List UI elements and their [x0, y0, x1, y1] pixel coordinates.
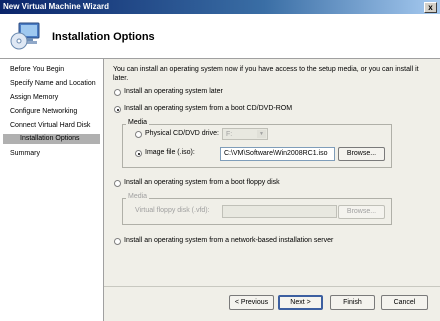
- image-file-input[interactable]: C:\VM\Software\Win2008RC1.iso: [220, 147, 335, 161]
- sidebar-item-hard-disk[interactable]: Connect Virtual Hard Disk: [10, 122, 90, 129]
- vfd-input[interactable]: [222, 205, 337, 218]
- sidebar-item-installation-options[interactable]: Installation Options: [3, 134, 100, 144]
- next-button[interactable]: Next >: [278, 295, 323, 310]
- close-button[interactable]: x: [424, 2, 437, 13]
- floppy-media-legend: Media: [126, 193, 150, 200]
- footer-divider: [104, 286, 440, 287]
- image-file-label[interactable]: Image file (.iso):: [145, 149, 195, 156]
- install-network-label[interactable]: Install an operating system from a netwo…: [124, 237, 333, 244]
- install-network-radio[interactable]: [114, 238, 121, 245]
- page-title: Installation Options: [52, 31, 155, 43]
- intro-text-line2: later.: [113, 75, 129, 82]
- wizard-steps-sidebar: Before You Begin Specify Name and Locati…: [0, 59, 104, 321]
- install-later-label[interactable]: Install an operating system later: [124, 88, 223, 95]
- install-cd-label[interactable]: Install an operating system from a boot …: [124, 105, 292, 112]
- sidebar-item-label: Installation Options: [20, 135, 80, 142]
- image-file-radio[interactable]: [135, 150, 142, 157]
- physical-drive-label[interactable]: Physical CD/DVD drive:: [145, 130, 219, 137]
- install-later-radio[interactable]: [114, 89, 121, 96]
- sidebar-item-networking[interactable]: Configure Networking: [10, 108, 77, 115]
- install-floppy-label[interactable]: Install an operating system from a boot …: [124, 179, 280, 186]
- cancel-button[interactable]: Cancel: [381, 295, 428, 310]
- window-title: New Virtual Machine Wizard: [3, 2, 110, 11]
- finish-button[interactable]: Finish: [330, 295, 375, 310]
- sidebar-item-name-location[interactable]: Specify Name and Location: [10, 80, 96, 87]
- intro-text-line1: You can install an operating system now …: [113, 66, 419, 73]
- sidebar-item-assign-memory[interactable]: Assign Memory: [10, 94, 58, 101]
- title-bar: New Virtual Machine Wizard x: [0, 0, 440, 14]
- physical-drive-radio[interactable]: [135, 131, 142, 138]
- cd-media-legend: Media: [126, 119, 150, 126]
- physical-drive-value: F:: [226, 131, 233, 138]
- wizard-header: Installation Options: [0, 14, 440, 59]
- wizard-content: You can install an operating system now …: [104, 59, 440, 321]
- vfd-label: Virtual floppy disk (.vfd):: [135, 207, 210, 214]
- install-cd-radio[interactable]: [114, 106, 121, 113]
- chevron-down-icon: ▼: [257, 130, 266, 138]
- install-floppy-radio[interactable]: [114, 180, 121, 187]
- vfd-browse-button[interactable]: Browse...: [338, 205, 385, 219]
- sidebar-item-summary[interactable]: Summary: [10, 150, 40, 157]
- sidebar-item-before-you-begin[interactable]: Before You Begin: [10, 66, 64, 73]
- image-browse-button[interactable]: Browse...: [338, 147, 385, 161]
- previous-button[interactable]: < Previous: [229, 295, 274, 310]
- physical-drive-select[interactable]: F: ▼: [222, 128, 268, 140]
- computer-disk-icon: [10, 22, 40, 50]
